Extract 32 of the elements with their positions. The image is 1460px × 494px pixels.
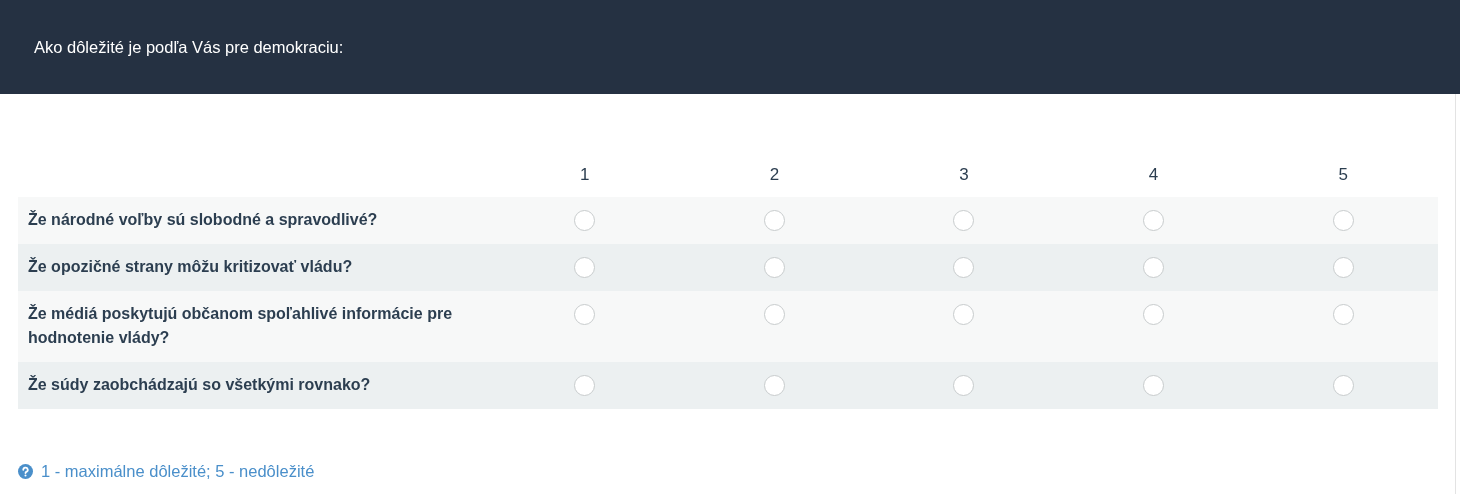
radio-button[interactable] <box>763 210 785 231</box>
column-header: 5 <box>1338 163 1348 186</box>
radio-button[interactable] <box>1143 304 1165 325</box>
question-label: Že národné voľby sú slobodné a spravodlivé? <box>28 209 379 230</box>
question-title: Ako dôležité je podľa Vás pre demokraciu: <box>34 36 344 58</box>
column-header: 2 <box>769 163 780 186</box>
radio-button[interactable] <box>1143 257 1165 278</box>
radio-button[interactable] <box>574 210 596 231</box>
column-header: 3 <box>959 163 969 186</box>
radio-button[interactable] <box>1143 210 1165 231</box>
column-header: 4 <box>1148 163 1159 186</box>
radio-button[interactable] <box>1143 375 1165 396</box>
radio-button[interactable] <box>1332 375 1354 396</box>
radio-button[interactable] <box>1332 257 1354 278</box>
question-label: Že súdy zaobchádzajú so všetkými rovnako? <box>28 374 372 395</box>
radio-button[interactable] <box>1332 304 1354 325</box>
radio-button[interactable] <box>1332 210 1354 231</box>
radio-button[interactable] <box>953 257 975 278</box>
help-icon <box>18 463 33 479</box>
question-label: Že opozičné strany môžu kritizovať vládu? <box>28 256 354 277</box>
radio-button[interactable] <box>763 304 785 325</box>
radio-button[interactable] <box>763 257 785 278</box>
radio-button[interactable] <box>574 375 596 396</box>
radio-button[interactable] <box>953 210 975 231</box>
radio-button[interactable] <box>574 304 596 325</box>
column-header: 1 <box>580 163 590 186</box>
scale-hint: 1 - maximálne dôležité; 5 - nedôležité <box>41 461 315 482</box>
radio-button[interactable] <box>953 375 975 396</box>
radio-button[interactable] <box>574 257 596 278</box>
radio-button[interactable] <box>763 375 785 396</box>
question-label: Že médiá poskytujú občanom spoľahlivé informácie pre hodnotenie vlády? <box>28 303 454 348</box>
radio-button[interactable] <box>953 304 975 325</box>
